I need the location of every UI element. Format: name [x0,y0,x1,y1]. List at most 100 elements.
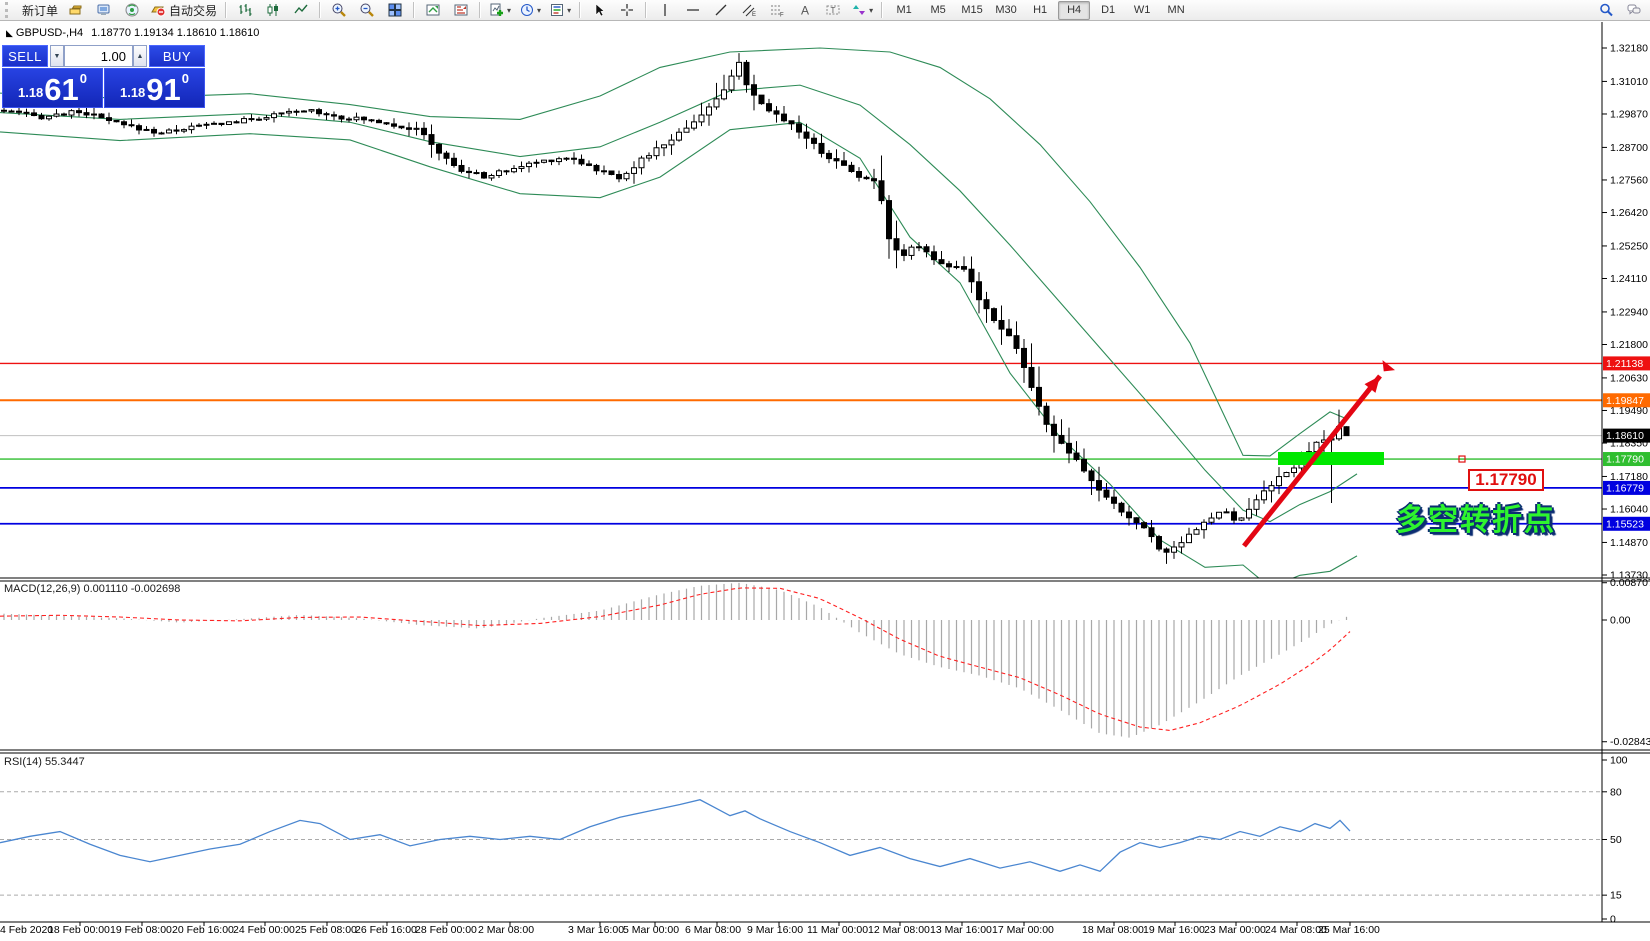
chart-line-icon [293,2,309,18]
label-icon [825,2,841,18]
zoom-out-icon [359,2,375,18]
chart-ohlc-values: 1.18770 1.19134 1.18610 1.18610 [91,27,259,39]
price-axis-label: 1.14870 [1610,537,1648,549]
clock-icon [519,2,535,18]
volume-decrease-button[interactable]: ▼ [50,45,64,67]
buy-price-pipette: 0 [182,71,189,86]
time-axis-label: 18 Feb 00:00 [48,924,110,936]
time-axis-label: 19 Mar 16:00 [1143,924,1205,936]
toolbar-button-indicators[interactable]: ▾ [486,0,514,20]
toolbar-button-tile-windows[interactable] [382,0,408,20]
sell-price-display[interactable]: 1.18610 [2,68,103,108]
toolbar-button-chart-folder[interactable] [63,0,89,20]
macd-axis-label: -0.028436 [1610,736,1650,748]
zoom-in-icon [331,2,347,18]
time-axis-label: 11 Mar 00:00 [807,924,868,936]
toolbar-button-crosshair[interactable] [614,0,640,20]
toolbar-button-auto-scroll[interactable] [420,0,446,20]
price-axis-label: 1.20630 [1610,372,1648,384]
price-axis-label: 1.28700 [1610,142,1648,154]
toolbar-button-chart-candles[interactable] [260,0,286,20]
price-chart-canvas[interactable]: 1.321801.310101.298701.287001.275601.264… [0,21,1650,941]
price-axis-label: 1.32180 [1610,43,1648,55]
toolbar-button-zoom-in[interactable] [326,0,352,20]
timeframe-button-m1[interactable]: M1 [888,1,920,20]
toolbar-button-trend-line[interactable] [708,0,734,20]
toolbar-button-horizontal-line[interactable] [680,0,706,20]
toolbar-button-vertical-line[interactable] [652,0,678,20]
toolbar-button-fibonacci[interactable] [764,0,790,20]
timeframe-button-mn[interactable]: MN [1160,1,1192,20]
toolbar-button-terminal[interactable] [91,0,117,20]
toolbar-button-zoom-out[interactable] [354,0,380,20]
support-zone-highlight[interactable] [1278,452,1384,465]
toolbar-button-text[interactable] [792,0,818,20]
toolbar-button-search[interactable] [1593,0,1619,20]
toolbar-button-chart-shift[interactable] [448,0,474,20]
volume-increase-button[interactable]: ▲ [133,45,147,67]
time-axis-label: 28 Feb 00:00 [415,924,477,936]
toolbar-button-chat[interactable] [1621,0,1647,20]
fibo-icon [769,2,785,18]
time-axis-label: 2 Mar 08:00 [478,924,534,936]
timeframe-button-w1[interactable]: W1 [1126,1,1158,20]
time-axis[interactable]: 4 Feb 202018 Feb 00:0019 Feb 08:0020 Feb… [0,922,1380,936]
chart-title: ◣GBPUSD-,H41.18770 1.19134 1.18610 1.186… [6,27,259,39]
cursor-icon [591,2,607,18]
macd-axis-label: 0.00 [1610,615,1631,627]
chart-area[interactable]: 1.321801.310101.298701.287001.275601.264… [0,21,1650,941]
timeframe-button-m30[interactable]: M30 [990,1,1022,20]
price-tag-value: 1.18610 [1606,430,1644,442]
main-toolbar: 新订单 自动交易 ▾ ▾ ▾ ▾ M1M5M15M30H1H4D1W1MN [0,0,1650,21]
autotrade-icon [150,2,166,18]
rsi-axis-label: 15 [1610,890,1622,902]
toolbar-button-chart-bars[interactable] [232,0,258,20]
toolbar-button-equidistant-channel[interactable] [736,0,762,20]
volume-input[interactable]: 1.00 [64,45,133,67]
mt4-window: { "toolbar": { "items": [ {"name":"new-o… [0,0,1650,941]
toolbar-button-arrows[interactable]: ▾ [848,0,876,20]
price-axis-label: 1.31010 [1610,76,1648,88]
toolbar-button-cursor[interactable] [586,0,612,20]
time-axis-label: 12 Mar 08:00 [868,924,930,936]
sell-button[interactable]: SELL [2,45,48,67]
shapes-icon [851,2,867,18]
buy-price-display[interactable]: 1.18910 [104,68,205,108]
toolbar-button-templates[interactable]: ▾ [546,0,574,20]
price-tag-value: 1.21138 [1606,358,1643,370]
timeframe-button-m15[interactable]: M15 [956,1,988,20]
macd-indicator-label: MACD(12,26,9) 0.001110 -0.002698 [4,583,180,595]
chat-icon [1626,2,1642,18]
chinese-annotation-text: 多空转折点 [1396,495,1556,539]
timeframe-button-h1[interactable]: H1 [1024,1,1056,20]
caret-down-icon[interactable]: ▾ [869,6,873,15]
time-axis-label: 20 Feb 16:00 [172,924,234,936]
timeframe-button-h4[interactable]: H4 [1058,1,1090,20]
time-axis-label: 13 Mar 16:00 [930,924,992,936]
buy-button[interactable]: BUY [149,45,205,67]
hline-icon [685,2,701,18]
template-icon [549,2,565,18]
time-axis-label: 19 Feb 08:00 [110,924,172,936]
sell-price-pipette: 0 [80,71,87,86]
rsi-axis-label: 0 [1610,914,1616,926]
toolbar-button-text-label[interactable] [820,0,846,20]
caret-down-icon[interactable]: ▾ [507,6,511,15]
timeframe-button-m5[interactable]: M5 [922,1,954,20]
toolbar-label-new-order: 新订单 [22,2,58,19]
toolbar-button-autotrading[interactable]: 自动交易 [147,0,220,20]
time-axis-label: 17 Mar 00:00 [992,924,1054,936]
timeframe-button-d1[interactable]: D1 [1092,1,1124,20]
toolbar-button-new-order[interactable]: 新订单 [16,0,61,20]
price-axis-label: 1.22940 [1610,306,1648,318]
caret-down-icon[interactable]: ▾ [567,6,571,15]
support-price-annotation[interactable]: 1.17790 [1468,469,1544,491]
toolbar-button-signal[interactable] [119,0,145,20]
toolbar-button-chart-line[interactable] [288,0,314,20]
price-tag-value: 1.19847 [1606,395,1644,407]
toolbar-button-periods[interactable]: ▾ [516,0,544,20]
sell-price-big-digits: 61 [44,76,78,104]
rsi-axis-label: 80 [1610,786,1622,798]
caret-down-icon[interactable]: ▾ [537,6,541,15]
toolbar-label-autotrading: 自动交易 [169,2,217,19]
